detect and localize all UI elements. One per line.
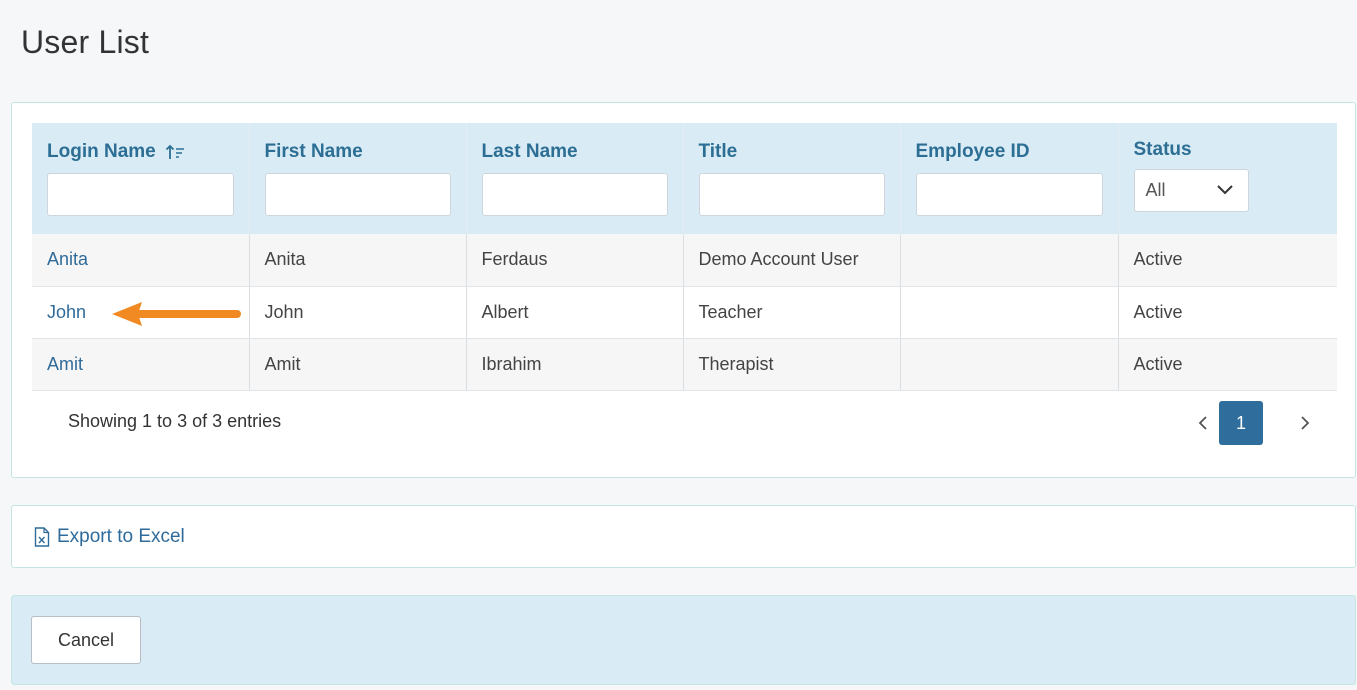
table-cell: John	[249, 286, 467, 339]
login-name-link[interactable]: Anita	[47, 249, 88, 269]
filter-last-name-input[interactable]	[481, 173, 668, 216]
table-cell: Amit	[249, 338, 467, 391]
user-table: Login Name First Name Last Name Title Em…	[32, 123, 1337, 391]
user-table-panel: Login Name First Name Last Name Title Em…	[11, 102, 1356, 478]
excel-file-icon	[34, 526, 50, 547]
login-name-link[interactable]: Amit	[47, 354, 83, 374]
table-row: Anita Anita Ferdaus Demo Account User Ac…	[32, 234, 1337, 287]
column-label: Title	[698, 141, 738, 162]
table-cell: Anita	[249, 234, 467, 287]
table-cell: Active	[1118, 286, 1337, 339]
table-row: Amit Amit Ibrahim Therapist Active	[32, 338, 1337, 391]
filter-login-name-input[interactable]	[47, 173, 234, 216]
column-header-title[interactable]: Title	[683, 123, 901, 234]
table-cell: Teacher	[683, 286, 901, 339]
export-to-excel-link[interactable]: Export to Excel	[34, 526, 185, 548]
filter-title-input[interactable]	[698, 173, 885, 216]
filter-first-name-input[interactable]	[264, 173, 451, 216]
table-cell	[900, 234, 1119, 287]
next-page-button[interactable]	[1290, 401, 1320, 445]
column-header-login-name[interactable]: Login Name	[32, 123, 250, 234]
chevron-right-icon	[1301, 416, 1310, 430]
footer-panel: Cancel	[11, 595, 1356, 685]
chevron-down-icon	[1216, 185, 1233, 195]
column-header-last-name[interactable]: Last Name	[466, 123, 684, 234]
table-cell: Active	[1118, 234, 1337, 287]
filter-employee-id-input[interactable]	[915, 173, 1103, 216]
pagination: 1	[1188, 401, 1320, 445]
status-filter-select[interactable]: All	[1133, 169, 1249, 212]
table-cell: Therapist	[683, 338, 901, 391]
table-cell[interactable]: Amit	[32, 338, 250, 391]
table-header-row: Login Name First Name Last Name Title Em…	[32, 123, 1337, 234]
sort-ascending-icon[interactable]	[165, 143, 185, 161]
column-label: Login Name	[47, 141, 156, 162]
chevron-left-icon	[1198, 416, 1207, 430]
table-cell: Ibrahim	[466, 338, 684, 391]
column-label: Status	[1133, 139, 1192, 160]
table-cell	[900, 338, 1119, 391]
column-header-employee-id[interactable]: Employee ID	[900, 123, 1119, 234]
column-label: First Name	[264, 141, 363, 162]
column-label: Last Name	[481, 141, 578, 162]
table-cell[interactable]: Anita	[32, 234, 250, 287]
previous-page-button[interactable]	[1188, 401, 1218, 445]
table-cell	[900, 286, 1119, 339]
column-label: Employee ID	[915, 141, 1030, 162]
login-name-link[interactable]: John	[47, 302, 86, 322]
column-header-first-name[interactable]: First Name	[249, 123, 467, 234]
page-title: User List	[21, 24, 150, 60]
table-cell: Albert	[466, 286, 684, 339]
cancel-button[interactable]: Cancel	[31, 616, 141, 664]
table-cell: Demo Account User	[683, 234, 901, 287]
table-info-text: Showing 1 to 3 of 3 entries	[68, 411, 282, 431]
export-panel: Export to Excel	[11, 505, 1356, 568]
page-button-1[interactable]: 1	[1219, 401, 1263, 445]
export-label: Export to Excel	[57, 525, 185, 547]
annotation-arrow-icon	[112, 302, 241, 326]
column-header-status[interactable]: Status All	[1118, 123, 1337, 234]
table-cell: Ferdaus	[466, 234, 684, 287]
table-cell: Active	[1118, 338, 1337, 391]
status-filter-value: All	[1145, 180, 1166, 200]
